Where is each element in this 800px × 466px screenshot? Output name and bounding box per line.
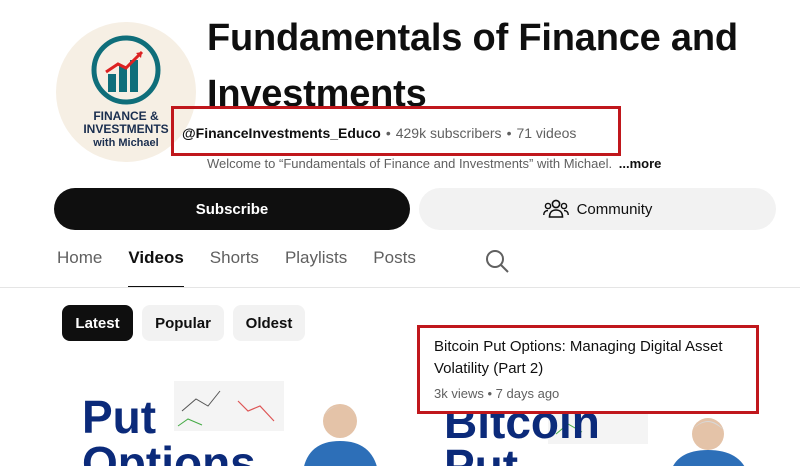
filter-oldest-chip[interactable]: Oldest bbox=[233, 305, 305, 341]
channel-handle[interactable]: @FinanceInvestments_Educo bbox=[182, 125, 381, 141]
video-hover-card[interactable]: Bitcoin Put Options: Managing Digital As… bbox=[417, 325, 759, 414]
filter-popular-chip[interactable]: Popular bbox=[142, 305, 224, 341]
svg-text:with Michael: with Michael bbox=[92, 137, 158, 149]
video-age: 7 days ago bbox=[495, 386, 560, 401]
video-count: 71 videos bbox=[516, 125, 577, 141]
channel-meta: @FinanceInvestments_Educo • 429k subscri… bbox=[182, 122, 576, 144]
community-label: Community bbox=[576, 200, 653, 218]
tab-playlists[interactable]: Playlists bbox=[285, 248, 347, 288]
channel-description[interactable]: Welcome to “Fundamentals of Finance and … bbox=[207, 156, 661, 171]
more-link[interactable]: ...more bbox=[619, 156, 662, 171]
subscribe-button[interactable]: Subscribe bbox=[54, 188, 410, 230]
channel-tabs: Home Videos Shorts Playlists Posts bbox=[57, 248, 442, 288]
tab-posts[interactable]: Posts bbox=[373, 248, 416, 288]
video-thumbnail[interactable]: Put Options bbox=[78, 381, 396, 466]
meta-separator: • bbox=[506, 125, 512, 141]
search-icon[interactable] bbox=[484, 248, 510, 274]
thumbnail-text-line2: Options bbox=[82, 437, 256, 466]
tab-shorts[interactable]: Shorts bbox=[210, 248, 259, 288]
video-views: 3k views bbox=[434, 386, 484, 401]
svg-text:INVESTMENTS: INVESTMENTS bbox=[83, 122, 168, 136]
video-title[interactable]: Bitcoin Put Options: Managing Digital As… bbox=[434, 336, 742, 380]
svg-text:FINANCE &: FINANCE & bbox=[93, 109, 159, 123]
people-icon bbox=[542, 199, 569, 218]
filter-latest-chip[interactable]: Latest bbox=[62, 305, 133, 341]
community-button[interactable]: Community bbox=[419, 188, 776, 230]
thumbnail-text-line2: Put bbox=[444, 440, 519, 466]
video-meta: 3k views • 7 days ago bbox=[434, 386, 742, 401]
subscriber-count: 429k subscribers bbox=[395, 125, 502, 141]
video-thumbnail[interactable]: Bitcoin Put bbox=[438, 414, 756, 466]
tab-home[interactable]: Home bbox=[57, 248, 102, 288]
tab-videos[interactable]: Videos bbox=[128, 248, 185, 288]
thumbnail-text-line1: Put bbox=[82, 391, 157, 443]
description-text: Welcome to “Fundamentals of Finance and … bbox=[207, 156, 613, 171]
meta-separator: • bbox=[385, 125, 391, 141]
meta-separator: • bbox=[487, 386, 493, 401]
tabs-divider bbox=[0, 287, 800, 288]
